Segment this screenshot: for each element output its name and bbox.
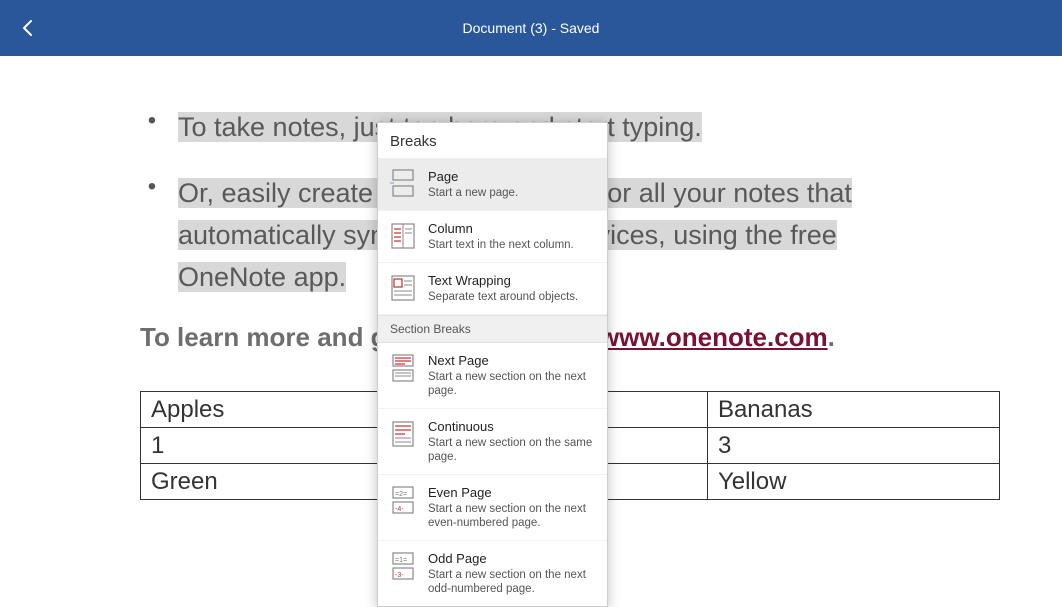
breaks-menu: Breaks Page Start a new page. Column Sta… [377, 122, 608, 607]
menu-item-title: Even Page [428, 485, 595, 500]
menu-item-title: Continuous [428, 419, 595, 434]
next-page-icon [390, 353, 416, 383]
page-break-icon [390, 169, 416, 199]
continuous-icon [390, 419, 416, 449]
break-page-item[interactable]: Page Start a new page. [378, 159, 607, 211]
break-even-page-item[interactable]: =2= -4- Even Page Start a new section on … [378, 475, 607, 541]
title-bar: Document (3) - Saved [0, 0, 1062, 56]
bullet-icon: • [140, 172, 164, 202]
break-odd-page-item[interactable]: =1= -3- Odd Page Start a new section on t… [378, 541, 607, 606]
menu-item-title: Text Wrapping [428, 273, 578, 288]
menu-item-desc: Start a new page. [428, 186, 518, 200]
bullet-icon: • [140, 106, 164, 136]
menu-item-desc: Start text in the next column. [428, 238, 574, 252]
bullet-text: OneNote app. [178, 262, 346, 292]
odd-page-icon: =1= -3- [390, 551, 416, 581]
break-continuous-item[interactable]: Continuous Start a new section on the sa… [378, 409, 607, 475]
menu-item-desc: Separate text around objects. [428, 290, 578, 304]
menu-title: Breaks [378, 123, 607, 159]
svg-text:-3-: -3- [395, 572, 404, 579]
menu-item-desc: Start a new section on the next odd-numb… [428, 568, 595, 596]
svg-text:-4-: -4- [395, 506, 404, 513]
onenote-link[interactable]: www.onenote.com [599, 322, 828, 352]
menu-item-title: Column [428, 221, 574, 236]
window-title: Document (3) - Saved [48, 20, 1014, 36]
svg-text:=2=: =2= [395, 491, 407, 498]
table-cell[interactable]: Yellow [707, 464, 999, 500]
menu-item-title: Page [428, 169, 518, 184]
even-page-icon: =2= -4- [390, 485, 416, 515]
break-column-item[interactable]: Column Start text in the next column. [378, 211, 607, 263]
menu-item-desc: Start a new section on the next page. [428, 370, 595, 398]
menu-item-title: Next Page [428, 353, 595, 368]
arrow-left-icon [19, 19, 37, 37]
table-cell[interactable]: 3 [707, 428, 999, 464]
column-break-icon [390, 221, 416, 251]
break-next-page-item[interactable]: Next Page Start a new section on the nex… [378, 343, 607, 409]
break-text-wrapping-item[interactable]: Text Wrapping Separate text around objec… [378, 263, 607, 315]
menu-item-title: Odd Page [428, 551, 595, 566]
table-cell[interactable]: Bananas [707, 392, 999, 428]
svg-text:=1=: =1= [395, 557, 407, 564]
menu-section-header: Section Breaks [378, 315, 607, 343]
menu-item-desc: Start a new section on the next even-num… [428, 502, 595, 530]
text-wrapping-icon [390, 273, 416, 303]
menu-item-desc: Start a new section on the same page. [428, 436, 595, 464]
learn-more-suffix: . [828, 322, 835, 352]
back-button[interactable] [8, 8, 48, 48]
